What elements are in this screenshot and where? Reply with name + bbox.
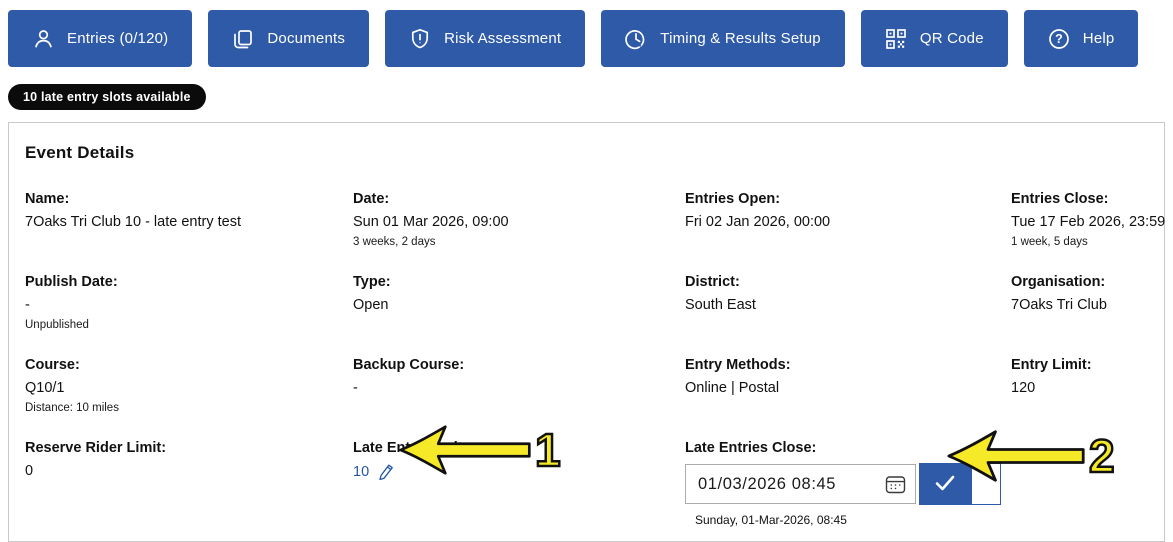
field-label: Course: <box>25 357 80 373</box>
toolbar: Entries (0/120) Documents Risk Assessmen… <box>0 0 1173 67</box>
field-backup-course: Backup Course: - <box>353 357 685 414</box>
field-late-entry-limit: Late Entry Limit: 10 <box>353 440 685 527</box>
field-entries-open: Entries Open: Fri 02 Jan 2026, 00:00 <box>685 191 1011 248</box>
field-value: Online | Postal <box>685 380 780 396</box>
field-value: Tue 17 Feb 2026, 23:59 <box>1011 214 1166 230</box>
field-value: - <box>353 380 358 396</box>
qr-code-icon <box>885 28 907 50</box>
field-label: Publish Date: <box>25 274 118 290</box>
field-late-entries-close: Late Entries Close: 01/03/2026 08:45 Sun… <box>685 440 1165 527</box>
field-label: Entries Close: <box>1011 191 1109 207</box>
cancel-button[interactable] <box>971 463 1001 505</box>
help-button-label: Help <box>1082 30 1115 47</box>
risk-assessment-button-label: Risk Assessment <box>444 30 562 47</box>
field-value: 7Oaks Tri Club <box>1011 297 1107 313</box>
field-label: Reserve Rider Limit: <box>25 440 167 456</box>
field-value: 120 <box>1011 380 1036 396</box>
field-entry-limit: Entry Limit: 120 <box>1011 357 1165 414</box>
shield-alert-icon <box>409 28 431 50</box>
field-label: Late Entries Close: <box>685 440 817 456</box>
field-label: Date: <box>353 191 390 207</box>
late-entries-close-formatted: Sunday, 01-Mar-2026, 08:45 <box>695 513 847 527</box>
timing-results-setup-button[interactable]: Timing & Results Setup <box>601 10 845 67</box>
field-note: Unpublished <box>25 319 89 331</box>
field-label: Entry Limit: <box>1011 357 1092 373</box>
event-details-panel: Event Details Name: 7Oaks Tri Club 10 - … <box>8 122 1165 542</box>
calendar-icon[interactable] <box>883 473 908 496</box>
late-entry-slots-badge: 10 late entry slots available <box>8 84 206 110</box>
late-entry-limit-value-link[interactable]: 10 <box>353 464 369 480</box>
edit-pencil-icon[interactable] <box>378 463 395 480</box>
event-details-grid: Name: 7Oaks Tri Club 10 - late entry tes… <box>25 191 1165 527</box>
field-value: 0 <box>25 463 34 479</box>
svg-text:?: ? <box>1055 32 1063 46</box>
field-value: South East <box>685 297 756 313</box>
panel-title: Event Details <box>25 143 135 162</box>
field-note: 1 week, 5 days <box>1011 236 1088 248</box>
field-value: - <box>25 297 30 313</box>
field-label: Late Entry Limit: <box>353 440 468 456</box>
documents-button-label: Documents <box>267 30 346 47</box>
datetime-input-wrap <box>685 464 916 504</box>
late-entries-close-input[interactable] <box>686 474 868 494</box>
checkmark-icon <box>934 474 956 495</box>
field-label: Backup Course: <box>353 357 465 373</box>
field-value: 7Oaks Tri Club 10 - late entry test <box>25 214 241 230</box>
field-value: Sun 01 Mar 2026, 09:00 <box>353 214 509 230</box>
qr-code-button[interactable]: QR Code <box>860 10 1008 67</box>
field-label: Organisation: <box>1011 274 1106 290</box>
documents-icon <box>232 28 254 50</box>
field-label: Entries Open: <box>685 191 781 207</box>
field-label: Entry Methods: <box>685 357 791 373</box>
field-course: Course: Q10/1 Distance: 10 miles <box>25 357 353 414</box>
field-district: District: South East <box>685 274 1011 331</box>
field-entries-close: Entries Close: Tue 17 Feb 2026, 23:59 1 … <box>1011 191 1165 248</box>
field-value: Fri 02 Jan 2026, 00:00 <box>685 214 831 230</box>
field-note: Distance: 10 miles <box>25 402 119 414</box>
field-publish-date: Publish Date: - Unpublished <box>25 274 353 331</box>
risk-assessment-button[interactable]: Risk Assessment <box>385 10 586 67</box>
field-date: Date: Sun 01 Mar 2026, 09:00 3 weeks, 2 … <box>353 191 685 248</box>
timing-results-setup-button-label: Timing & Results Setup <box>660 30 821 47</box>
field-label: Name: <box>25 191 70 207</box>
field-organisation: Organisation: 7Oaks Tri Club <box>1011 274 1165 331</box>
field-reserve-rider-limit: Reserve Rider Limit: 0 <box>25 440 353 527</box>
field-type: Type: Open <box>353 274 685 331</box>
field-entry-methods: Entry Methods: Online | Postal <box>685 357 1011 414</box>
field-value: Q10/1 <box>25 380 65 396</box>
field-note: 3 weeks, 2 days <box>353 236 436 248</box>
confirm-button[interactable] <box>919 463 971 505</box>
qr-code-button-label: QR Code <box>919 30 984 47</box>
field-label: Type: <box>353 274 391 290</box>
entries-button[interactable]: Entries (0/120) <box>8 10 193 67</box>
question-circle-icon: ? <box>1048 28 1070 50</box>
clock-icon <box>625 28 647 50</box>
help-button[interactable]: ? Help <box>1023 10 1139 67</box>
field-value: Open <box>353 297 389 313</box>
documents-button[interactable]: Documents <box>208 10 370 67</box>
field-label: District: <box>685 274 740 290</box>
person-icon <box>32 28 54 50</box>
field-name: Name: 7Oaks Tri Club 10 - late entry tes… <box>25 191 353 248</box>
entries-button-label: Entries (0/120) <box>67 30 169 47</box>
